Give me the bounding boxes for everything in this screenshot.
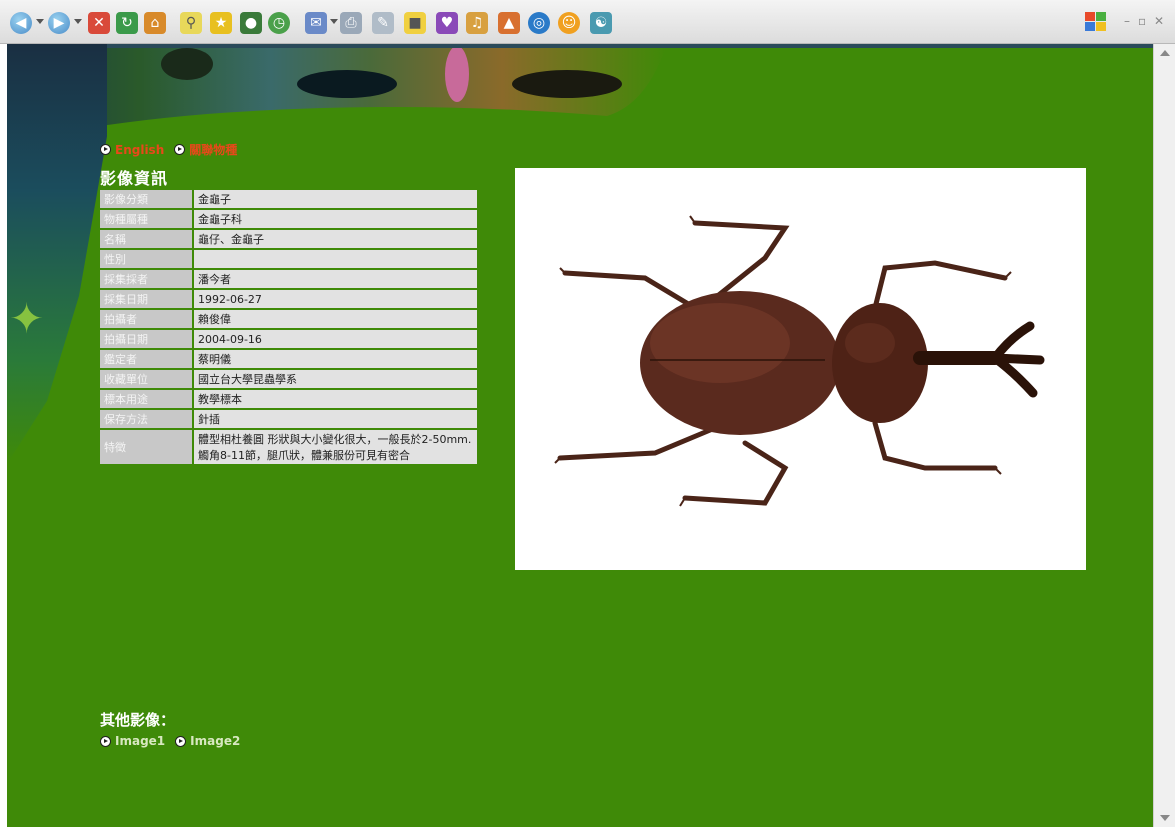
nav-links: English 關聯物種 bbox=[100, 141, 237, 158]
browser-toolbar: ◀ ▶ ✕ ↻ ⌂ ⚲ ★ ● ◷ ✉ ⎙ ✎ ■ ♥ ♫ ▲ ◎ ☺ ☯ – … bbox=[0, 0, 1175, 44]
row-label: 保存方法 bbox=[100, 410, 194, 428]
print-icon[interactable]: ⎙ bbox=[340, 12, 362, 34]
image1-link[interactable]: Image1 bbox=[115, 734, 165, 748]
table-row: 影像分類 金龜子 bbox=[100, 190, 477, 208]
forward-icon[interactable]: ▶ bbox=[48, 12, 70, 34]
row-label: 性別 bbox=[100, 250, 194, 268]
stag-beetle-icon bbox=[512, 70, 622, 98]
dragonfly-icon: ✦ bbox=[9, 294, 45, 343]
row-value: 賴俊偉 bbox=[194, 310, 477, 328]
smiley-icon[interactable]: ☺ bbox=[558, 12, 580, 34]
table-row: 性別 bbox=[100, 250, 477, 268]
left-decoration bbox=[7, 44, 107, 464]
section-title: 影像資訊 bbox=[100, 169, 169, 188]
row-value: 1992-06-27 bbox=[194, 290, 477, 308]
row-label: 拍攝者 bbox=[100, 310, 194, 328]
flower-icon bbox=[445, 46, 469, 102]
discuss-icon[interactable]: ■ bbox=[404, 12, 426, 34]
banner-art bbox=[7, 44, 1153, 144]
row-value: 體型相杜養圓 形狀與大小變化很大，一般長於2-50mm.觸角8-11節，腿爪狀，… bbox=[194, 430, 477, 464]
mail-icon[interactable]: ✉ bbox=[305, 12, 327, 34]
row-value: 金龜子 bbox=[194, 190, 477, 208]
restore-icon[interactable]: ▫ bbox=[1138, 14, 1146, 28]
page-content: ✦ English 關聯物種 影像資訊 影像分類 金龜子 物種屬種 金龜子科 名稱 龜仔、… bbox=[7, 44, 1153, 827]
history-icon[interactable]: ◷ bbox=[268, 12, 290, 34]
row-value bbox=[194, 250, 477, 268]
arrow-icon bbox=[175, 735, 187, 747]
table-row: 名稱 龜仔、金龜子 bbox=[100, 230, 477, 248]
related-species-link[interactable]: 關聯物種 bbox=[189, 141, 237, 158]
table-row: 物種屬種 金龜子科 bbox=[100, 210, 477, 228]
row-value: 2004-09-16 bbox=[194, 330, 477, 348]
favorites-icon[interactable]: ★ bbox=[210, 12, 232, 34]
table-row: 鑑定者 蔡明儀 bbox=[100, 350, 477, 368]
tools-icon[interactable]: ▲ bbox=[498, 12, 520, 34]
english-link[interactable]: English bbox=[115, 143, 164, 157]
row-label: 物種屬種 bbox=[100, 210, 194, 228]
table-row: 拍攝者 賴俊偉 bbox=[100, 310, 477, 328]
other-images-title: 其他影像： bbox=[100, 711, 176, 729]
row-label: 影像分類 bbox=[100, 190, 194, 208]
row-value: 國立台大學昆蟲學系 bbox=[194, 370, 477, 388]
row-value: 蔡明儀 bbox=[194, 350, 477, 368]
scroll-up-icon[interactable] bbox=[1160, 50, 1170, 56]
insect-silhouette-icon bbox=[161, 48, 213, 80]
row-label: 標本用途 bbox=[100, 390, 194, 408]
row-value: 教學標本 bbox=[194, 390, 477, 408]
info-table: 影像分類 金龜子 物種屬種 金龜子科 名稱 龜仔、金龜子 性別 採集採者 潘今者 採集日期 1992… bbox=[100, 188, 477, 466]
refresh-icon[interactable]: ↻ bbox=[116, 12, 138, 34]
row-label: 特徵 bbox=[100, 430, 194, 464]
table-row: 保存方法 針插 bbox=[100, 410, 477, 428]
minimize-icon[interactable]: – bbox=[1124, 14, 1130, 28]
table-row: 採集日期 1992-06-27 bbox=[100, 290, 477, 308]
vertical-scrollbar[interactable] bbox=[1153, 44, 1175, 827]
table-row: 拍攝日期 2004-09-16 bbox=[100, 330, 477, 348]
row-value: 金龜子科 bbox=[194, 210, 477, 228]
table-row: 收藏單位 國立台大學昆蟲學系 bbox=[100, 370, 477, 388]
mail-dropdown-icon[interactable] bbox=[330, 19, 338, 24]
scroll-down-icon[interactable] bbox=[1160, 815, 1170, 821]
row-label: 名稱 bbox=[100, 230, 194, 248]
media-icon[interactable]: ● bbox=[240, 12, 262, 34]
people-icon[interactable]: ☯ bbox=[590, 12, 612, 34]
home-icon[interactable]: ⌂ bbox=[144, 12, 166, 34]
globe-icon[interactable]: ◎ bbox=[528, 12, 550, 34]
research-icon[interactable]: ♫ bbox=[466, 12, 488, 34]
arrow-icon bbox=[100, 144, 111, 155]
search-icon[interactable]: ⚲ bbox=[180, 12, 202, 34]
row-value: 針插 bbox=[194, 410, 477, 428]
row-label: 鑑定者 bbox=[100, 350, 194, 368]
row-label: 採集日期 bbox=[100, 290, 194, 308]
messenger-icon[interactable]: ♥ bbox=[436, 12, 458, 34]
forward-dropdown-icon[interactable] bbox=[74, 19, 82, 24]
back-icon[interactable]: ◀ bbox=[10, 12, 32, 34]
row-label: 採集採者 bbox=[100, 270, 194, 288]
back-dropdown-icon[interactable] bbox=[36, 19, 44, 24]
beetle-silhouette-icon bbox=[297, 70, 397, 98]
stop-icon[interactable]: ✕ bbox=[88, 12, 110, 34]
row-label: 收藏單位 bbox=[100, 370, 194, 388]
windows-logo-icon bbox=[1085, 12, 1107, 32]
row-value: 龜仔、金龜子 bbox=[194, 230, 477, 248]
close-icon[interactable]: ✕ bbox=[1154, 14, 1164, 28]
info-table-body: 影像分類 金龜子 物種屬種 金龜子科 名稱 龜仔、金龜子 性別 採集採者 潘今者 採集日期 1992… bbox=[100, 190, 477, 464]
row-label: 拍攝日期 bbox=[100, 330, 194, 348]
insect-banner bbox=[7, 44, 1153, 144]
table-row: 採集採者 潘今者 bbox=[100, 270, 477, 288]
row-value: 潘今者 bbox=[194, 270, 477, 288]
edit-icon[interactable]: ✎ bbox=[372, 12, 394, 34]
arrow-icon bbox=[174, 144, 186, 155]
rhinoceros-beetle-icon bbox=[554, 215, 1045, 507]
table-row: 特徵 體型相杜養圓 形狀與大小變化很大，一般長於2-50mm.觸角8-11節，腿爪… bbox=[100, 430, 477, 464]
specimen-image bbox=[515, 168, 1086, 570]
image2-link[interactable]: Image2 bbox=[190, 734, 240, 748]
table-row: 標本用途 教學標本 bbox=[100, 390, 477, 408]
other-images-links: Image1 Image2 bbox=[100, 734, 246, 748]
arrow-icon bbox=[100, 735, 111, 747]
